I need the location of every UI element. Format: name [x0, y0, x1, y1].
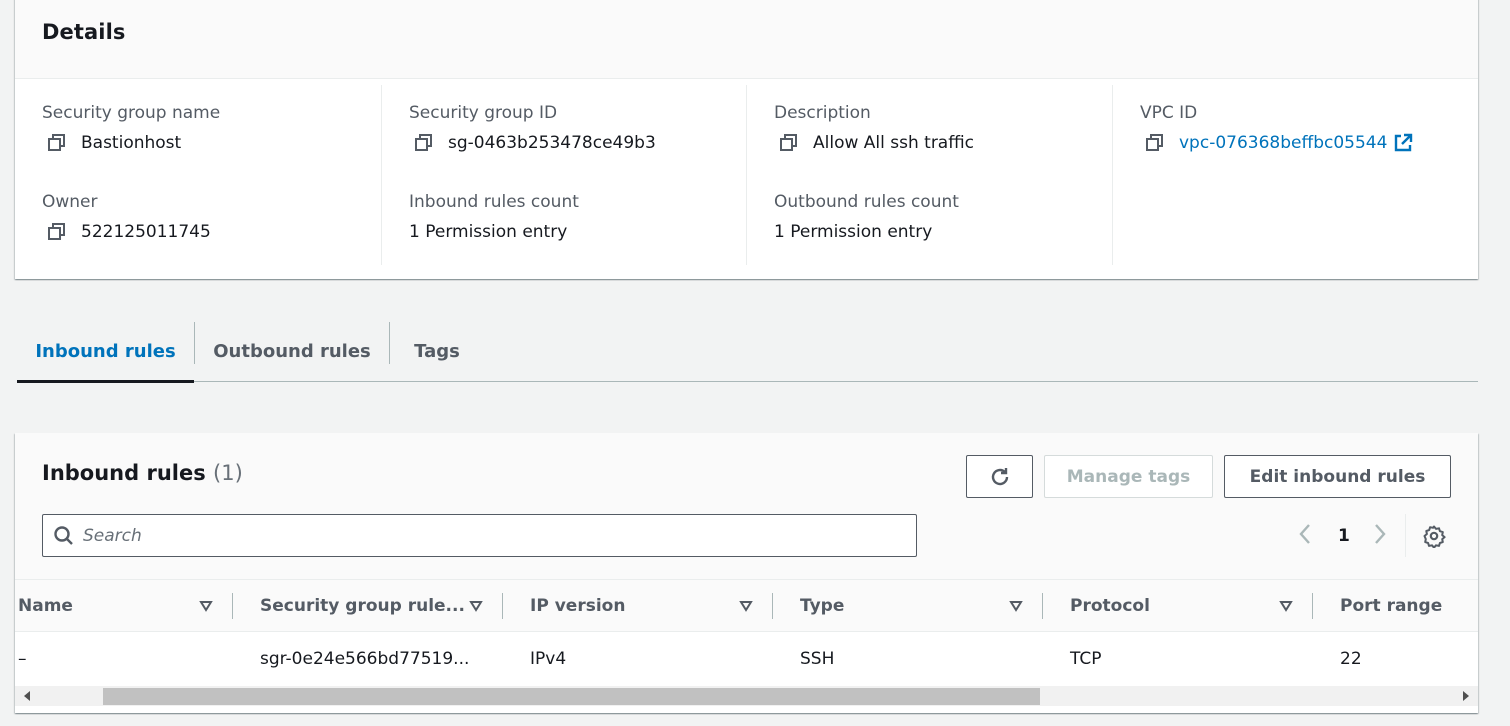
- table-header: Name Security group rule... IP version T…: [15, 579, 1478, 632]
- outbound-rules-count-value: 1 Permission entry: [774, 222, 933, 242]
- inbound-rules-count-badge: (1): [213, 461, 243, 485]
- column-header-ip-version[interactable]: IP version: [530, 580, 625, 632]
- details-header: Details: [15, 0, 1478, 79]
- current-page-number[interactable]: 1: [1338, 526, 1350, 546]
- tab-bar: Inbound rules Outbound rules Tags: [17, 322, 1478, 383]
- details-column-1: Security group name Bastionhost Owner 52…: [42, 85, 382, 265]
- outbound-rules-count-field: Outbound rules count 1 Permission entry: [774, 192, 959, 242]
- inbound-rules-count-value: 1 Permission entry: [409, 222, 568, 242]
- copy-icon[interactable]: [47, 133, 67, 153]
- security-group-id-label: Security group ID: [409, 103, 558, 123]
- tab-outbound-rules[interactable]: Outbound rules: [195, 322, 389, 381]
- sort-caret-icon[interactable]: [1009, 599, 1023, 613]
- vpc-id-value-row: vpc-076368beffbc05544: [1140, 133, 1413, 153]
- security-group-name-label: Security group name: [42, 103, 221, 123]
- inbound-rules-count-field: Inbound rules count 1 Permission entry: [409, 192, 579, 242]
- scroll-left-arrow[interactable]: [24, 691, 30, 701]
- inbound-rules-title-text: Inbound rules: [42, 461, 206, 485]
- pager-divider: [1405, 514, 1406, 557]
- security-group-name-value: Bastionhost: [81, 133, 182, 153]
- column-header-protocol[interactable]: Protocol: [1070, 580, 1150, 632]
- column-header-port-range[interactable]: Port range: [1340, 580, 1442, 632]
- column-divider[interactable]: [1312, 593, 1313, 619]
- inbound-rules-count-label: Inbound rules count: [409, 192, 579, 212]
- description-value: Allow All ssh traffic: [813, 133, 975, 153]
- column-divider[interactable]: [1042, 593, 1043, 619]
- details-column-2: Security group ID sg-0463b253478ce49b3 I…: [381, 85, 746, 265]
- next-page-icon[interactable]: [1372, 522, 1388, 546]
- external-link-icon[interactable]: [1393, 133, 1413, 153]
- refresh-button[interactable]: [966, 455, 1033, 498]
- column-header-name[interactable]: Name: [18, 580, 73, 632]
- column-divider[interactable]: [232, 593, 233, 619]
- description-field: Description Allow All ssh traffic: [774, 103, 974, 153]
- horizontal-scrollbar[interactable]: [15, 686, 1478, 706]
- search-icon: [54, 525, 73, 545]
- details-panel: Details Security group name Bastionhost …: [15, 0, 1478, 279]
- security-group-id-field: Security group ID sg-0463b253478ce49b3: [409, 103, 656, 153]
- cell-port-range: 22: [1340, 649, 1362, 669]
- gear-icon[interactable]: [1422, 524, 1446, 548]
- search-box: [42, 514, 917, 557]
- security-group-name-value-row: Bastionhost: [42, 133, 220, 153]
- security-group-id-value: sg-0463b253478ce49b3: [448, 133, 656, 153]
- details-column-3: Description Allow All ssh traffic Outbou…: [746, 85, 1112, 265]
- column-header-type[interactable]: Type: [800, 580, 844, 632]
- copy-icon[interactable]: [47, 222, 67, 242]
- column-header-security-group-rule[interactable]: Security group rule...: [260, 580, 465, 632]
- security-group-name-field: Security group name Bastionhost: [42, 103, 220, 153]
- description-label: Description: [774, 103, 871, 123]
- inbound-rules-panel: Inbound rules (1) Manage tags Edit inbou…: [15, 433, 1478, 713]
- search-input[interactable]: [83, 525, 883, 546]
- column-divider[interactable]: [772, 593, 773, 619]
- sort-caret-icon[interactable]: [199, 599, 213, 613]
- cell-type: SSH: [800, 649, 835, 669]
- copy-icon[interactable]: [414, 133, 434, 153]
- cell-ip-version: IPv4: [530, 649, 567, 669]
- copy-icon[interactable]: [1145, 133, 1165, 153]
- scrollbar-thumb[interactable]: [103, 688, 1040, 705]
- cell-protocol: TCP: [1070, 649, 1102, 669]
- tab-tags[interactable]: Tags: [390, 322, 484, 381]
- cell-security-group-rule-id: sgr-0e24e566bd77519...: [260, 649, 470, 669]
- inbound-rules-title: Inbound rules (1): [42, 461, 243, 485]
- copy-icon[interactable]: [779, 133, 799, 153]
- sort-caret-icon[interactable]: [739, 599, 753, 613]
- sort-caret-icon[interactable]: [1279, 599, 1293, 613]
- table-row[interactable]: – sgr-0e24e566bd77519... IPv4 SSH TCP 22: [15, 632, 1478, 686]
- owner-value: 522125011745: [81, 222, 211, 242]
- details-title: Details: [42, 20, 126, 44]
- description-value-row: Allow All ssh traffic: [774, 133, 974, 153]
- outbound-rules-count-label: Outbound rules count: [774, 192, 959, 212]
- manage-tags-button[interactable]: Manage tags: [1044, 455, 1213, 498]
- sort-caret-icon[interactable]: [469, 599, 483, 613]
- owner-label: Owner: [42, 192, 98, 212]
- refresh-icon: [991, 467, 1008, 485]
- scroll-right-arrow[interactable]: [1463, 691, 1469, 701]
- cell-name: –: [18, 649, 27, 669]
- owner-field: Owner 522125011745: [42, 192, 211, 242]
- security-group-id-value-row: sg-0463b253478ce49b3: [409, 133, 656, 153]
- details-column-4: VPC ID vpc-076368beffbc05544: [1112, 85, 1452, 265]
- vpc-id-field: VPC ID vpc-076368beffbc05544: [1140, 103, 1413, 153]
- vpc-id-link[interactable]: vpc-076368beffbc05544: [1179, 133, 1387, 153]
- tab-inbound-rules[interactable]: Inbound rules: [17, 322, 194, 383]
- column-divider[interactable]: [502, 593, 503, 619]
- edit-inbound-rules-button[interactable]: Edit inbound rules: [1224, 455, 1451, 498]
- owner-value-row: 522125011745: [42, 222, 211, 242]
- vpc-id-label: VPC ID: [1140, 103, 1198, 123]
- previous-page-icon[interactable]: [1297, 522, 1313, 546]
